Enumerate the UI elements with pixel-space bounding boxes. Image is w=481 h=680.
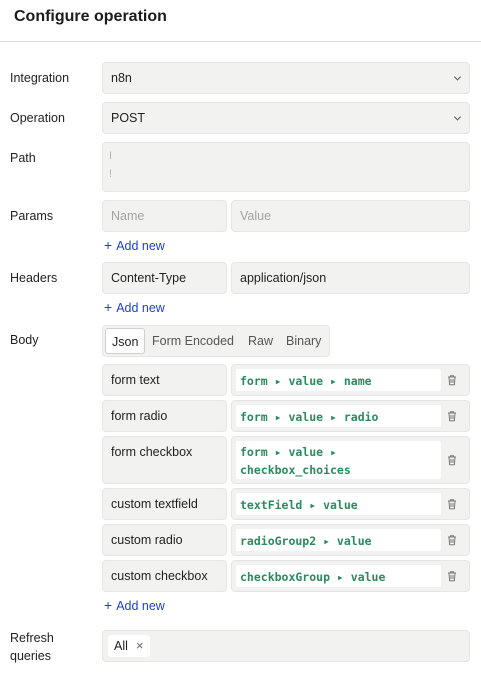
body-key-input[interactable]: custom radio	[102, 524, 227, 556]
plus-icon: +	[104, 237, 113, 253]
chevron-down-icon	[453, 113, 462, 121]
trash-icon[interactable]	[447, 535, 457, 546]
params-add-new-button[interactable]: + Add new	[104, 237, 165, 253]
body-value-expression: form ▸ value ▸ name	[240, 374, 372, 388]
headers-add-new-button[interactable]: + Add new	[104, 299, 165, 315]
header-value-input[interactable]: application/json	[231, 262, 470, 294]
tab-binary[interactable]: Binary	[286, 326, 321, 356]
body-value-input[interactable]: checkboxGroup ▸ value	[231, 560, 470, 592]
operation-value: POST	[111, 111, 146, 125]
body-add-new-button[interactable]: + Add new	[104, 597, 165, 613]
body-key-input[interactable]: custom textfield	[102, 488, 227, 520]
header-key-value: Content-Type	[111, 271, 187, 285]
path-line-2: !	[109, 168, 113, 180]
refresh-queries-label-line-1: Refresh	[10, 631, 54, 645]
body-value-expression: textField ▸ value	[240, 498, 358, 512]
refresh-query-chip-label: All	[114, 639, 128, 653]
close-icon[interactable]: ×	[136, 638, 144, 653]
panel-header: Configure operation	[0, 0, 481, 42]
headers-add-new-label: Add new	[116, 301, 165, 315]
operation-label: Operation	[10, 111, 65, 125]
body-key-value: custom checkbox	[111, 569, 208, 583]
body-key-value: custom radio	[111, 533, 183, 547]
body-key-value: form radio	[111, 409, 168, 423]
operation-select[interactable]: POST	[102, 102, 470, 134]
body-value-expression-line-2: checkbox_choices	[240, 463, 351, 477]
body-key-value: form checkbox	[111, 445, 193, 459]
param-name-placeholder: Name	[111, 209, 145, 223]
path-label: Path	[10, 151, 36, 165]
body-value-expression-line-1: form ▸ value ▸	[240, 445, 337, 459]
body-value-input[interactable]: form ▸ value ▸ name	[231, 364, 470, 396]
path-line-1: I	[109, 150, 113, 162]
body-value-input[interactable]: form ▸ value ▸ radio	[231, 400, 470, 432]
body-label: Body	[10, 333, 39, 347]
body-key-input[interactable]: form radio	[102, 400, 227, 432]
integration-select[interactable]: n8n	[102, 62, 470, 94]
trash-icon[interactable]	[447, 455, 457, 466]
plus-icon: +	[104, 299, 113, 315]
body-value-input[interactable]: form ▸ value ▸ checkbox_choices	[231, 436, 470, 484]
param-name-input[interactable]: Name	[102, 200, 227, 232]
body-key-input[interactable]: form text	[102, 364, 227, 396]
tab-raw[interactable]: Raw	[248, 326, 273, 356]
body-key-input[interactable]: custom checkbox	[102, 560, 227, 592]
trash-icon[interactable]	[447, 411, 457, 422]
body-key-value: form text	[111, 373, 160, 387]
integration-value: n8n	[111, 71, 132, 85]
body-add-new-label: Add new	[116, 599, 165, 613]
params-add-new-label: Add new	[116, 239, 165, 253]
plus-icon: +	[104, 597, 113, 613]
trash-icon[interactable]	[447, 375, 457, 386]
body-key-value: custom textfield	[111, 497, 198, 511]
tab-form-encoded[interactable]: Form Encoded	[152, 326, 234, 356]
refresh-queries-multiselect[interactable]	[102, 630, 470, 662]
header-value-value: application/json	[240, 271, 327, 285]
body-value-input[interactable]: textField ▸ value	[231, 488, 470, 520]
body-key-input[interactable]: form checkbox	[102, 436, 227, 484]
body-value-expression: checkboxGroup ▸ value	[240, 570, 386, 584]
body-value-expression: form ▸ value ▸ radio	[240, 410, 379, 424]
refresh-query-chip: All ×	[108, 635, 150, 657]
path-input[interactable]: I !	[102, 142, 470, 192]
tab-json[interactable]: Json	[105, 328, 146, 354]
body-type-tabs: Json Form Encoded Raw Binary	[102, 325, 330, 357]
headers-label: Headers	[10, 271, 58, 285]
body-value-expression: radioGroup2 ▸ value	[240, 534, 372, 548]
refresh-queries-label-line-2: queries	[10, 649, 51, 663]
trash-icon[interactable]	[447, 499, 457, 510]
chevron-down-icon	[453, 73, 462, 81]
param-value-input[interactable]: Value	[231, 200, 470, 232]
params-label: Params	[10, 209, 54, 223]
body-value-input[interactable]: radioGroup2 ▸ value	[231, 524, 470, 556]
integration-label: Integration	[10, 71, 70, 85]
param-value-placeholder: Value	[240, 209, 272, 223]
page-title: Configure operation	[14, 8, 167, 25]
trash-icon[interactable]	[447, 571, 457, 582]
header-key-input[interactable]: Content-Type	[102, 262, 227, 294]
